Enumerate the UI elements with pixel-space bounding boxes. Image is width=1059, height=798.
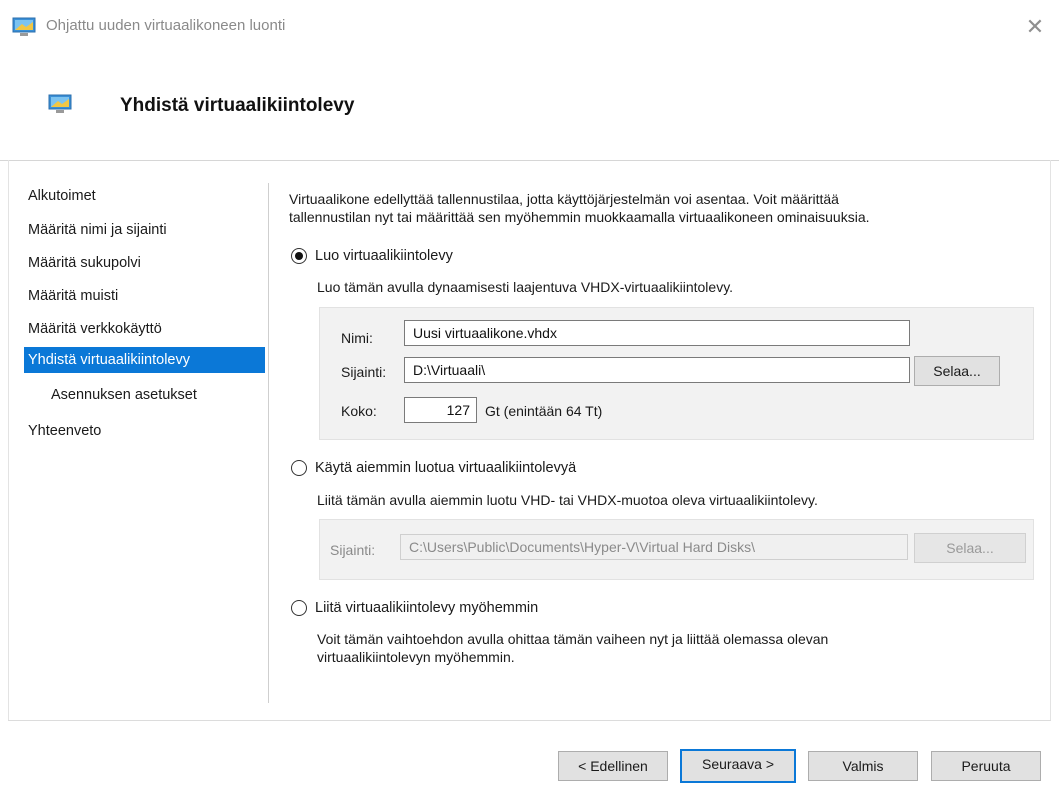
next-button[interactable]: Seuraava > [680,749,796,783]
nav-item-nimi-ja-sijainti[interactable]: Määritä nimi ja sijainti [24,217,265,243]
page-header: Yhdistä virtuaalikiintolevy [0,56,1059,161]
footer-divider [8,720,1051,721]
nav-item-alkutoimet[interactable]: Alkutoimet [24,183,265,209]
create-description: Luo tämän avulla dynaamisesti laajentuva… [317,279,734,295]
finish-button[interactable]: Valmis [808,751,918,781]
existing-location-field[interactable]: C:\Users\Public\Documents\Hyper-V\Virtua… [400,534,908,560]
nav-item-verkkokaytto[interactable]: Määritä verkkokäyttö [24,316,265,342]
name-label: Nimi: [341,330,373,346]
intro-line-2: tallennustilan nyt tai määrittää sen myö… [289,209,870,225]
existing-location-label: Sijainti: [330,542,376,558]
intro-line-1: Virtuaalikone edellyttää tallennustilaa,… [289,191,839,207]
window-title: Ohjattu uuden virtuaalikoneen luonti [46,17,286,34]
name-field[interactable]: Uusi virtuaalikone.vhdx [404,320,910,346]
later-description: Voit tämän vaihtoehdon avulla ohittaa tä… [317,630,828,666]
monitor-icon [48,94,72,113]
location-label: Sijainti: [341,364,387,380]
existing-browse-button[interactable]: Selaa... [914,533,1026,563]
size-field[interactable]: 127 [404,397,477,423]
later-description-line-2: virtuaalikiintolevyn myöhemmin. [317,649,515,665]
radio-existing-disk[interactable]: Käytä aiemmin luotua virtuaalikiintolevy… [291,457,576,479]
radio-create-label: Luo virtuaalikiintolevy [315,248,453,264]
browse-button[interactable]: Selaa... [914,356,1000,386]
nav-item-muisti[interactable]: Määritä muisti [24,283,265,309]
intro-text: Virtuaalikone edellyttää tallennustilaa,… [289,190,1009,226]
title-bar: Ohjattu uuden virtuaalikoneen luonti ✕ [0,0,1059,56]
nav-item-sukupolvi[interactable]: Määritä sukupolvi [24,250,265,276]
size-label: Koko: [341,403,377,419]
cancel-button[interactable]: Peruuta [931,751,1041,781]
create-disk-group: Nimi: Uusi virtuaalikone.vhdx Sijainti: … [319,307,1034,440]
page-title: Yhdistä virtuaalikiintolevy [120,95,355,116]
radio-button-existing[interactable] [291,460,307,476]
monitor-icon [12,17,36,36]
nav-divider [268,183,269,703]
window-border-right [1050,160,1051,720]
radio-attach-later[interactable]: Liitä virtuaalikiintolevy myöhemmin [291,597,538,619]
header-divider [0,160,1059,161]
existing-description: Liitä tämän avulla aiemmin luotu VHD- ta… [317,492,818,508]
location-field[interactable]: D:\Virtuaali\ [404,357,910,383]
radio-existing-label: Käytä aiemmin luotua virtuaalikiintolevy… [315,460,577,476]
nav-item-yhteenveto[interactable]: Yhteenveto [24,418,265,444]
nav-item-asennuksen-asetukset[interactable]: Asennuksen asetukset [24,382,265,408]
previous-button[interactable]: < Edellinen [558,751,668,781]
size-unit-label: Gt (enintään 64 Tt) [485,403,603,419]
radio-later-label: Liitä virtuaalikiintolevy myöhemmin [315,600,539,616]
radio-button-later[interactable] [291,600,307,616]
radio-create-disk[interactable]: Luo virtuaalikiintolevy [291,245,453,267]
existing-disk-group: Sijainti: C:\Users\Public\Documents\Hype… [319,519,1034,580]
later-description-line-1: Voit tämän vaihtoehdon avulla ohittaa tä… [317,631,829,647]
window-border-left [8,160,9,720]
nav-item-virtuaalikiintolevy[interactable]: Yhdistä virtuaalikiintolevy [24,347,265,373]
close-icon[interactable]: ✕ [1020,12,1050,42]
radio-button-create[interactable] [291,248,307,264]
